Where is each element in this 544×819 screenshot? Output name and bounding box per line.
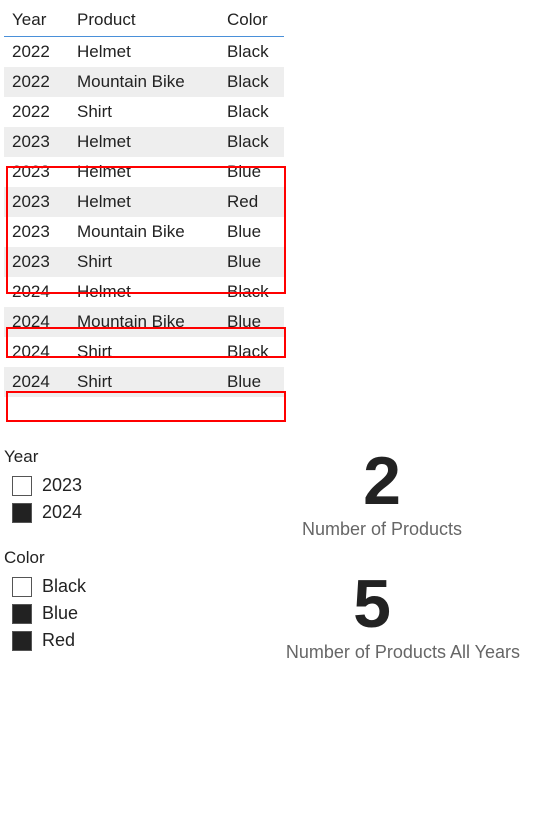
color-slicer: Color Black Blue Red [4,548,204,651]
header-year[interactable]: Year [4,4,69,37]
cell-color: Blue [219,217,284,247]
cell-color: Black [219,67,284,97]
slicer-item-label: Black [42,576,86,597]
year-slicer-item-2024[interactable]: 2024 [4,502,204,523]
cell-year: 2022 [4,67,69,97]
slicer-item-label: 2023 [42,475,82,496]
data-table: Year Product Color 2022 Helmet Black 202… [4,4,284,397]
checkbox-checked-icon [12,503,32,523]
metric-card-products[interactable]: 2 Number of Products [224,447,540,540]
cell-product: Helmet [69,157,219,187]
slicer-item-label: 2024 [42,502,82,523]
year-slicer-title: Year [4,447,204,467]
year-slicer: Year 2023 2024 [4,447,204,523]
cell-product: Mountain Bike [69,67,219,97]
table-row[interactable]: 2024 Helmet Black [4,277,284,307]
cell-product: Helmet [69,127,219,157]
cell-color: Black [219,127,284,157]
table-row[interactable]: 2023 Shirt Blue [4,247,284,277]
cell-year: 2023 [4,127,69,157]
year-slicer-item-2023[interactable]: 2023 [4,475,204,496]
cell-color: Blue [219,247,284,277]
metric-label: Number of Products All Years [224,642,520,663]
cell-color: Black [219,97,284,127]
metric-card-products-all-years[interactable]: 5 Number of Products All Years [224,570,540,663]
checkbox-checked-icon [12,604,32,624]
slicer-item-label: Blue [42,603,78,624]
cell-year: 2024 [4,307,69,337]
filters-metrics-section: Year 2023 2024 Color Black Blue Red [4,447,540,693]
color-slicer-item-black[interactable]: Black [4,576,204,597]
table-row[interactable]: 2024 Shirt Blue [4,367,284,397]
checkbox-unchecked-icon [12,476,32,496]
table-row[interactable]: 2022 Helmet Black [4,37,284,68]
table-row[interactable]: 2022 Shirt Black [4,97,284,127]
cell-year: 2022 [4,97,69,127]
cell-year: 2024 [4,337,69,367]
table-row[interactable]: 2023 Helmet Blue [4,157,284,187]
cell-year: 2023 [4,187,69,217]
cell-color: Black [219,37,284,68]
table-header-row: Year Product Color [4,4,284,37]
checkbox-unchecked-icon [12,577,32,597]
table-row[interactable]: 2024 Shirt Black [4,337,284,367]
color-slicer-item-red[interactable]: Red [4,630,204,651]
cell-color: Blue [219,157,284,187]
cell-product: Shirt [69,367,219,397]
color-slicer-item-blue[interactable]: Blue [4,603,204,624]
cell-color: Black [219,337,284,367]
color-slicer-title: Color [4,548,204,568]
table-row[interactable]: 2024 Mountain Bike Blue [4,307,284,337]
metrics-panel: 2 Number of Products 5 Number of Product… [224,447,540,693]
cell-year: 2024 [4,367,69,397]
checkbox-checked-icon [12,631,32,651]
header-product[interactable]: Product [69,4,219,37]
header-color[interactable]: Color [219,4,284,37]
metric-value: 2 [224,447,540,515]
slicers-panel: Year 2023 2024 Color Black Blue Red [4,447,204,693]
metric-value: 5 [224,570,520,638]
table-row[interactable]: 2023 Mountain Bike Blue [4,217,284,247]
cell-product: Helmet [69,187,219,217]
cell-product: Shirt [69,337,219,367]
cell-product: Helmet [69,37,219,68]
cell-color: Black [219,277,284,307]
cell-product: Helmet [69,277,219,307]
slicer-item-label: Red [42,630,75,651]
cell-year: 2023 [4,247,69,277]
cell-product: Mountain Bike [69,307,219,337]
cell-color: Blue [219,307,284,337]
cell-year: 2023 [4,217,69,247]
cell-color: Red [219,187,284,217]
cell-product: Shirt [69,97,219,127]
cell-year: 2023 [4,157,69,187]
cell-product: Shirt [69,247,219,277]
table-row[interactable]: 2023 Helmet Red [4,187,284,217]
cell-product: Mountain Bike [69,217,219,247]
cell-year: 2022 [4,37,69,68]
cell-color: Blue [219,367,284,397]
table-row[interactable]: 2022 Mountain Bike Black [4,67,284,97]
metric-label: Number of Products [224,519,540,540]
cell-year: 2024 [4,277,69,307]
table-row[interactable]: 2023 Helmet Black [4,127,284,157]
data-table-container: Year Product Color 2022 Helmet Black 202… [4,4,540,397]
